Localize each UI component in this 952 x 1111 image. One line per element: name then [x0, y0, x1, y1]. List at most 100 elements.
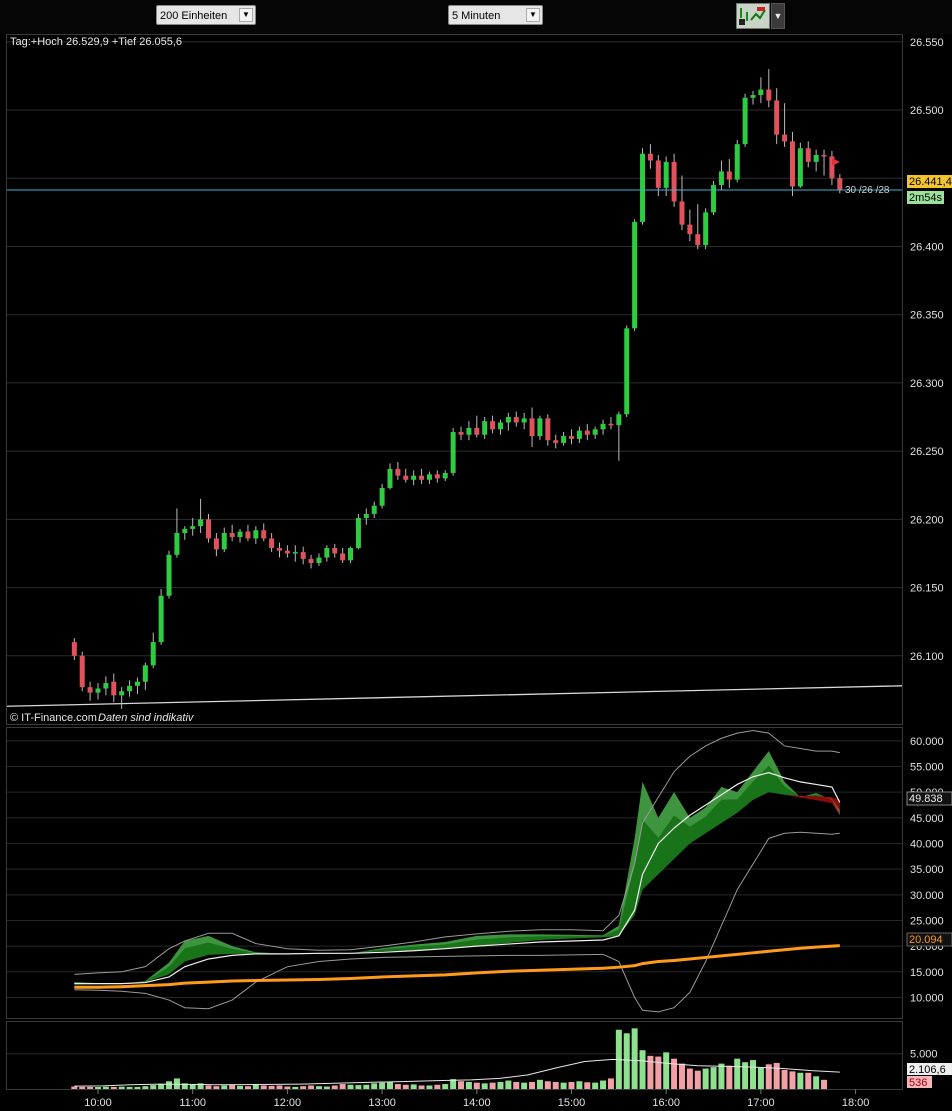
oscillator-value: 49.838: [909, 793, 943, 805]
price-tick-label: 26.500: [910, 105, 944, 117]
volume-bar-down: [458, 1081, 465, 1089]
oscillator-tick-label: 40.000: [910, 838, 944, 850]
volume-bar-up: [623, 1033, 630, 1089]
volume-bar-down: [513, 1081, 520, 1089]
price-tick-label: 26.200: [910, 514, 944, 526]
candle-up: [482, 421, 488, 435]
candle-up: [190, 526, 196, 529]
volume-bar-up: [631, 1028, 638, 1089]
volume-bar-up: [497, 1081, 504, 1089]
candle-up: [505, 417, 511, 423]
candle-down: [805, 148, 811, 162]
volume-bar-down: [726, 1065, 733, 1089]
volume-bar-up: [576, 1081, 583, 1089]
candle-up: [703, 212, 709, 246]
candle-down: [205, 519, 211, 539]
last-price-badge: 26.441,4: [907, 175, 952, 188]
volume-bar-down: [331, 1085, 338, 1089]
candle-up: [158, 595, 164, 643]
candle-down: [79, 655, 85, 688]
oscillator-bullish-fill: [74, 751, 840, 985]
volume-bar-up: [734, 1058, 741, 1089]
oscillator-tick-label: 25.000: [910, 915, 944, 927]
volume-bar-down: [300, 1086, 307, 1089]
candle-down: [837, 178, 843, 191]
time-tick-label: 14:00: [463, 1097, 491, 1109]
volume-bar-down: [686, 1068, 693, 1089]
candle-down: [419, 475, 425, 480]
candle-down: [269, 538, 275, 548]
volume-bar-down: [87, 1086, 94, 1089]
countdown-badge: 2m54s: [907, 191, 944, 204]
volume-bar-down: [773, 1062, 780, 1089]
oscillator-average-badge: 20.094: [906, 932, 952, 947]
oscillator-tick-label: 35.000: [910, 864, 944, 876]
volume-bar-up: [710, 1067, 717, 1089]
time-axis: 10:00 11:00 12:00 13:00 14:00 15:00 16:00 17:00…: [84, 1089, 869, 1109]
price-tick-label: 26.550: [910, 37, 944, 49]
volume-bar-down: [607, 1078, 614, 1089]
candle-down: [789, 141, 795, 187]
volume-bar-down: [529, 1081, 536, 1089]
volume-bar-down: [473, 1082, 480, 1089]
candle-down: [695, 234, 701, 246]
candle-up: [182, 528, 188, 533]
volume-bar-down: [434, 1084, 441, 1089]
oscillator-average-value: 20.094: [909, 934, 943, 946]
candle-up: [616, 414, 622, 426]
candle-up: [253, 530, 259, 539]
volume-bar-down: [671, 1058, 678, 1089]
volume-bar-down: [339, 1084, 346, 1089]
volume-bar-up: [481, 1083, 488, 1089]
candlestick-series: [71, 69, 843, 709]
price-tick-label: 26.250: [910, 446, 944, 458]
volume-bar-down: [205, 1085, 212, 1089]
volume-bar-up: [386, 1081, 393, 1089]
price-arrow-icon: [832, 158, 840, 166]
volume-bar-down: [568, 1081, 575, 1089]
candle-down: [782, 134, 788, 142]
oscillator-tick-label: 60.000: [910, 736, 944, 748]
volume-average-value: 2.106,6: [909, 1064, 946, 1076]
time-tick-label: 12:00: [274, 1097, 302, 1109]
volume-bar-down: [110, 1086, 117, 1089]
candle-down: [308, 558, 314, 564]
price-tick-label: 26.100: [910, 651, 944, 663]
volume-tick-label: 5.000: [910, 1049, 938, 1061]
volume-bar-up: [95, 1087, 101, 1089]
volume-bar-up: [742, 1062, 749, 1089]
candle-down: [679, 201, 685, 225]
last-price-value: 26.441,4: [909, 176, 952, 188]
candle-up: [237, 531, 243, 538]
time-tick-label: 18:00: [842, 1097, 870, 1109]
time-tick-label: 17:00: [747, 1097, 775, 1109]
candle-up: [166, 554, 172, 596]
candle-down: [213, 538, 219, 550]
volume-average-badge: 2.106,6: [907, 1063, 952, 1076]
candle-up: [758, 89, 764, 96]
candle-down: [821, 155, 827, 157]
candle-down: [474, 427, 480, 435]
price-panel-frame: [6, 34, 903, 725]
candle-up: [371, 505, 377, 514]
volume-bar-down: [402, 1084, 409, 1089]
candle-up: [292, 552, 298, 554]
copyright-text: © IT-Finance.com: [10, 712, 97, 724]
candle-down: [245, 531, 251, 539]
countdown-value: 2m54s: [909, 192, 943, 204]
candle-up: [174, 532, 180, 555]
volume-bar-up: [718, 1063, 725, 1089]
candle-up: [576, 430, 582, 439]
candle-up: [379, 487, 385, 506]
candle-up: [718, 171, 724, 186]
candle-down: [403, 475, 409, 480]
candle-down: [545, 418, 551, 441]
oscillator-plot: [74, 730, 841, 1013]
volume-bar-down: [213, 1086, 220, 1089]
volume-bar-up: [252, 1084, 259, 1089]
volume-bar-down: [308, 1085, 315, 1089]
candle-down: [774, 100, 780, 135]
trendline[interactable]: [6, 685, 903, 707]
candle-up: [450, 432, 456, 473]
candle-up: [134, 681, 140, 686]
